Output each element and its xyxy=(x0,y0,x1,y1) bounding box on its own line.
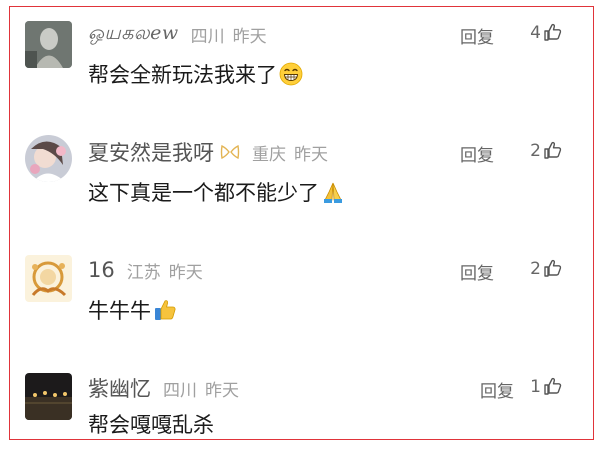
comment-item: 16 江苏 昨天 回复 2 牛牛牛 xyxy=(10,249,593,349)
time-label: 昨天 xyxy=(205,380,239,401)
folded-hands-emoji xyxy=(321,180,345,204)
region-label: 重庆 xyxy=(252,144,286,165)
comment-text: 帮会嘎嘎乱杀 xyxy=(88,409,214,439)
avatar[interactable] xyxy=(25,135,72,182)
region-label: 江苏 xyxy=(126,262,161,283)
like-count: 2 xyxy=(530,259,541,279)
comment-item: ஒயகலew 四川 昨天 回复 4 帮会全新玩法我来了 xyxy=(10,13,593,113)
comment-meta: 紫幽忆 四川 昨天 xyxy=(88,375,239,401)
username[interactable]: 16 xyxy=(88,258,115,282)
like-count: 4 xyxy=(530,23,541,43)
comment-body: 牛牛牛 xyxy=(88,299,151,323)
comment-item: 紫幽忆 四川 昨天 回复 1 帮会嘎嘎乱杀 xyxy=(10,367,593,441)
comment-text: 帮会全新玩法我来了 xyxy=(88,59,303,89)
bow-badge-icon xyxy=(220,144,240,160)
comment-meta: ஒயகலew 四川 昨天 xyxy=(88,21,267,47)
thumbs-up-icon[interactable] xyxy=(543,22,563,42)
comment-meta: 夏安然是我呀 重庆 昨天 xyxy=(88,139,328,165)
avatar[interactable] xyxy=(25,373,72,420)
region-label: 四川 xyxy=(163,380,197,401)
thumbs-up-icon[interactable] xyxy=(543,140,563,160)
comment-body: 帮会嘎嘎乱杀 xyxy=(88,413,214,437)
comment-item: 夏安然是我呀 重庆 昨天 回复 2 这下真是一个都不能少了 xyxy=(10,131,593,231)
username[interactable]: ஒயகலew xyxy=(88,22,179,47)
comment-text: 这下真是一个都不能少了 xyxy=(88,177,345,207)
avatar[interactable] xyxy=(25,21,72,68)
reply-button[interactable]: 回复 xyxy=(460,23,494,48)
reply-button[interactable]: 回复 xyxy=(460,259,494,284)
reply-button[interactable]: 回复 xyxy=(460,141,494,166)
region-label: 四川 xyxy=(190,26,225,47)
thumbs-up-icon[interactable] xyxy=(543,258,563,278)
comment-body: 帮会全新玩法我来了 xyxy=(88,63,277,87)
grinning-face-emoji xyxy=(279,62,303,86)
thumbs-up-icon[interactable] xyxy=(543,376,563,396)
like-count: 1 xyxy=(530,377,541,397)
avatar[interactable] xyxy=(25,255,72,302)
comment-body: 这下真是一个都不能少了 xyxy=(88,181,319,205)
time-label: 昨天 xyxy=(294,144,328,165)
username[interactable]: 紫幽忆 xyxy=(88,373,151,403)
reply-button[interactable]: 回复 xyxy=(480,377,514,402)
time-label: 昨天 xyxy=(168,262,203,283)
thumbs-up-emoji xyxy=(153,298,177,322)
like-count: 2 xyxy=(530,141,541,161)
comment-list: ஒயகலew 四川 昨天 回复 4 帮会全新玩法我来了 夏安然是我呀 重庆 昨天… xyxy=(9,6,594,440)
username[interactable]: 夏安然是我呀 xyxy=(88,137,214,167)
comment-meta: 16 江苏 昨天 xyxy=(88,257,203,283)
time-label: 昨天 xyxy=(232,26,267,47)
comment-text: 牛牛牛 xyxy=(88,295,177,325)
